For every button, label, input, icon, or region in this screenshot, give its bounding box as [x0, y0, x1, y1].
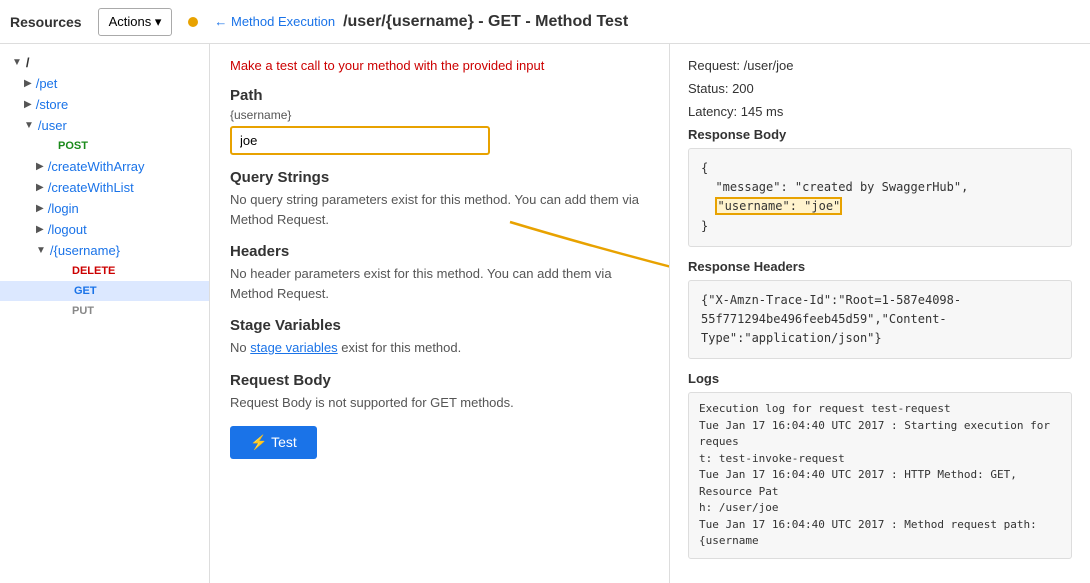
stage-section: Stage Variables No stage variables exist… [230, 317, 649, 358]
method-badge-put: PUT [68, 304, 98, 318]
latency-line: Latency: 145 ms [688, 104, 1072, 119]
sidebar-link-logout[interactable]: /logout [48, 222, 87, 237]
sidebar-item-logout[interactable]: ▶ /logout [0, 219, 209, 240]
left-panel: Make a test call to your method with the… [210, 44, 670, 583]
expand-icon: ▼ [36, 245, 46, 256]
query-title: Query Strings [230, 169, 649, 186]
request-line: Request: /user/joe [688, 58, 1072, 73]
method-badge-delete: DELETE [68, 264, 119, 278]
expand-icon: ▶ [24, 78, 32, 89]
expand-icon: ▼ [12, 57, 22, 68]
test-button[interactable]: ⚡ Test [230, 426, 317, 459]
sidebar-link-pet[interactable]: /pet [36, 76, 58, 91]
sidebar-item-post[interactable]: POST [0, 136, 209, 156]
sidebar-item-login[interactable]: ▶ /login [0, 198, 209, 219]
sidebar-item-user[interactable]: ▼ /user [0, 115, 209, 136]
sidebar-link-store[interactable]: /store [36, 97, 69, 112]
sidebar-item-put[interactable]: PUT [0, 301, 209, 321]
sidebar-item-createwitharray[interactable]: ▶ /createWithArray [0, 156, 209, 177]
stage-title: Stage Variables [230, 317, 649, 334]
page-title: /user/{username} - GET - Method Test [343, 13, 628, 31]
stage-variables-link[interactable]: stage variables [250, 340, 337, 355]
sidebar-link-login[interactable]: /login [48, 201, 79, 216]
status-line: Status: 200 [688, 81, 1072, 96]
right-panel: Request: /user/joe Status: 200 Latency: … [670, 44, 1090, 583]
method-badge-get: GET [68, 284, 103, 298]
request-body-desc: Request Body is not supported for GET me… [230, 393, 649, 413]
sidebar-item-username[interactable]: ▼ /{username} [0, 240, 209, 261]
sidebar-item-root[interactable]: ▼ / [0, 52, 209, 73]
sidebar-item-get[interactable]: GET [0, 281, 209, 301]
headers-title: Headers [230, 243, 649, 260]
sidebar-item-pet[interactable]: ▶ /pet [0, 73, 209, 94]
query-section: Query Strings No query string parameters… [230, 169, 649, 229]
request-body-section: Request Body Request Body is not support… [230, 372, 649, 413]
expand-icon: ▶ [24, 99, 32, 110]
query-desc: No query string parameters exist for thi… [230, 190, 649, 229]
sidebar-link-user[interactable]: /user [38, 118, 67, 133]
sidebar-item-delete[interactable]: DELETE [0, 261, 209, 281]
expand-icon: ▶ [36, 182, 44, 193]
actions-button[interactable]: Actions ▾ [98, 8, 173, 36]
response-headers-label: Response Headers [688, 259, 1072, 274]
resources-label: Resources [10, 14, 82, 30]
logs-block: Execution log for request test-request T… [688, 392, 1072, 559]
expand-icon: ▶ [36, 224, 44, 235]
path-title: Path [230, 87, 649, 104]
headers-section: Headers No header parameters exist for t… [230, 243, 649, 303]
divider-dot [188, 17, 198, 27]
expand-icon: ▶ [36, 161, 44, 172]
breadcrumb: ← Method Execution /user/{username} - GE… [214, 13, 628, 31]
sidebar-item-createwithlist[interactable]: ▶ /createWithList [0, 177, 209, 198]
highlighted-line: "username": "joe" [715, 197, 842, 215]
sidebar-link-createwithlist[interactable]: /createWithList [48, 180, 134, 195]
response-headers-code: {"X-Amzn-Trace-Id":"Root=1-587e4098-55f7… [688, 280, 1072, 360]
path-input[interactable] [230, 126, 490, 155]
sidebar: ▼ / ▶ /pet ▶ /store ▼ /user POST [0, 44, 210, 583]
stage-desc: No stage variables exist for this method… [230, 338, 649, 358]
request-body-title: Request Body [230, 372, 649, 389]
top-bar: Resources Actions ▾ ← Method Execution /… [0, 0, 1090, 44]
sidebar-item-store[interactable]: ▶ /store [0, 94, 209, 115]
headers-desc: No header parameters exist for this meth… [230, 264, 649, 303]
sidebar-link-username[interactable]: /{username} [50, 243, 120, 258]
logs-label: Logs [688, 371, 1072, 386]
back-link[interactable]: ← Method Execution [214, 14, 335, 29]
response-body-label: Response Body [688, 127, 1072, 142]
method-badge-post: POST [54, 139, 92, 153]
expand-icon: ▶ [36, 203, 44, 214]
sidebar-link-createwitharray[interactable]: /createWithArray [48, 159, 145, 174]
test-intro: Make a test call to your method with the… [230, 58, 649, 73]
path-section: Path {username} [230, 87, 649, 155]
response-body-code: { "message": "created by SwaggerHub", "u… [688, 148, 1072, 247]
expand-icon: ▼ [24, 120, 34, 131]
param-label: {username} [230, 108, 649, 122]
